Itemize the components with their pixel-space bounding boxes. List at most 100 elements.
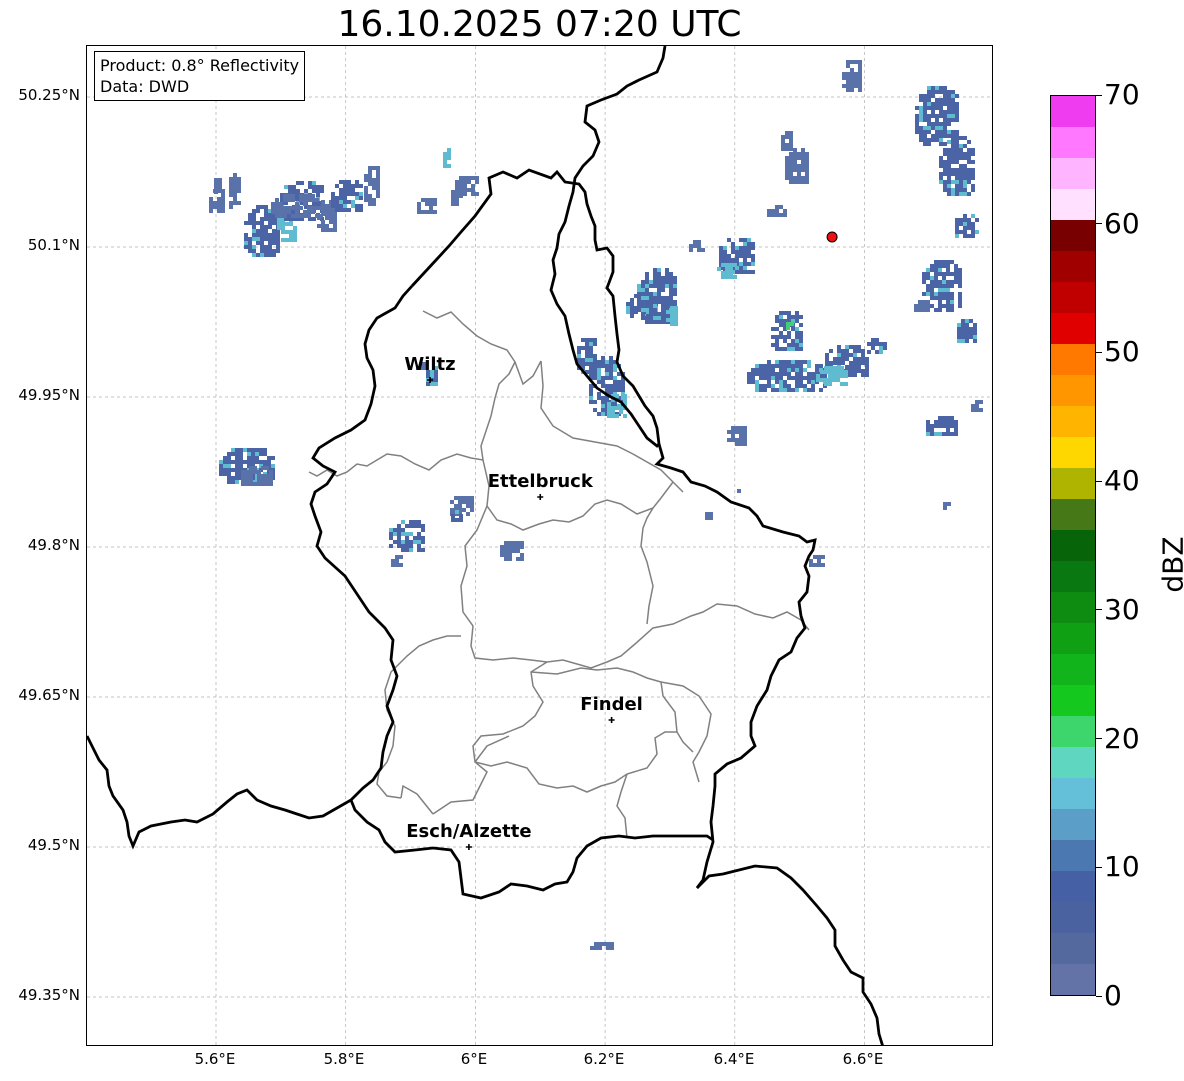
- echo-pixel: [670, 318, 674, 322]
- echo-pixel: [470, 508, 474, 512]
- echo-pixel: [789, 160, 793, 164]
- echo-pixel: [789, 156, 793, 160]
- echo-pixel: [950, 292, 954, 296]
- echo-pixel: [767, 376, 771, 380]
- colorbar-tick-label: 70: [1104, 78, 1140, 111]
- echo-pixel: [421, 548, 425, 552]
- echo-pixel: [623, 414, 627, 418]
- echo-pixel: [943, 130, 947, 134]
- echo-pixel: [751, 380, 755, 384]
- echo-pixel: [971, 230, 975, 234]
- echo-pixel: [857, 369, 861, 373]
- echo-pixel: [735, 250, 739, 254]
- echo-pixel: [285, 230, 289, 234]
- echo-pixel: [832, 378, 836, 382]
- echo-pixel: [731, 434, 735, 438]
- echo-pixel: [939, 176, 943, 180]
- echo-pixel: [661, 276, 665, 280]
- echo-pixel: [926, 284, 930, 288]
- echo-pixel: [666, 318, 670, 322]
- echo-pixel: [975, 230, 979, 234]
- echo-pixel: [661, 308, 665, 312]
- echo-pixel: [775, 364, 779, 368]
- echo-pixel: [291, 214, 295, 218]
- colorbar-segment: [1051, 467, 1095, 499]
- echo-pixel: [865, 361, 869, 365]
- echo-pixel: [951, 172, 955, 176]
- echo-pixel: [930, 428, 934, 432]
- echo-pixel: [287, 210, 291, 214]
- echo-pixel: [609, 364, 613, 368]
- map-panel[interactable]: Wiltz Ettelbruck Findel Esch/Alzette: [86, 45, 993, 1046]
- echo-pixel: [459, 180, 463, 184]
- echo-pixel: [443, 164, 447, 168]
- echo-pixel: [783, 339, 787, 343]
- echo-pixel: [605, 388, 609, 392]
- echo-pixel: [665, 280, 669, 284]
- echo-pixel: [466, 512, 470, 516]
- echo-pixel: [938, 284, 942, 288]
- echo-pixel: [959, 164, 963, 168]
- echo-pixel: [315, 214, 319, 218]
- echo-pixel: [657, 288, 661, 292]
- echo-pixel: [867, 350, 871, 354]
- echo-pixel: [846, 80, 850, 84]
- echo-pixel: [471, 188, 475, 192]
- echo-pixel: [793, 148, 797, 152]
- echo-pixel: [269, 474, 273, 478]
- echo-pixel: [233, 173, 237, 177]
- echo-pixel: [783, 388, 787, 392]
- echo-pixel: [621, 384, 625, 388]
- echo-pixel: [747, 242, 751, 246]
- echo-pixel: [923, 118, 927, 122]
- echo-pixel: [653, 296, 657, 300]
- echo-pixel: [959, 192, 963, 196]
- echo-pixel: [845, 349, 849, 353]
- echo-pixel: [824, 370, 828, 374]
- echo-pixel: [803, 388, 807, 392]
- echo-pixel: [934, 280, 938, 284]
- echo-pixel: [417, 524, 421, 528]
- echo-pixel: [763, 376, 767, 380]
- echo-pixel: [463, 180, 467, 184]
- echo-pixel: [462, 508, 466, 512]
- echo-pixel: [958, 272, 962, 276]
- echo-pixel: [783, 209, 787, 213]
- radar-site-icon[interactable]: [826, 231, 838, 243]
- echo-pixel: [939, 90, 943, 94]
- echo-pixel: [947, 130, 951, 134]
- echo-pixel: [767, 380, 771, 384]
- echo-pixel: [801, 168, 805, 172]
- echo-pixel: [235, 468, 239, 472]
- echo-pixel: [931, 134, 935, 138]
- colorbar-segment: [1051, 405, 1095, 437]
- echo-pixel: [245, 474, 249, 478]
- echo-pixel: [288, 185, 292, 189]
- echo-pixel: [926, 424, 930, 428]
- echo-pixel: [938, 264, 942, 268]
- echo-pixel: [405, 532, 409, 536]
- echo-pixel: [946, 300, 950, 304]
- echo-pixel: [657, 276, 661, 280]
- echo-pixel: [955, 188, 959, 192]
- echo-pixel: [833, 357, 837, 361]
- echo-pixel: [253, 466, 257, 470]
- echo-pixel: [946, 272, 950, 276]
- echo-pixel: [919, 98, 923, 102]
- echo-pixel: [735, 442, 739, 446]
- echo-pixel: [807, 360, 811, 364]
- echo-pixel: [919, 110, 923, 114]
- echo-pixel: [615, 394, 619, 398]
- echo-pixel: [781, 135, 785, 139]
- echo-pixel: [934, 432, 938, 436]
- echo-pixel: [335, 204, 339, 208]
- echo-pixel: [931, 94, 935, 98]
- echo-pixel: [801, 152, 805, 156]
- echo-pixel: [836, 378, 840, 382]
- echo-pixel: [963, 136, 967, 140]
- radar-site-marker[interactable]: [826, 231, 838, 243]
- echo-pixel: [947, 152, 951, 156]
- echo-pixel: [355, 204, 359, 208]
- echo-pixel: [787, 347, 791, 351]
- echo-pixel: [429, 206, 433, 210]
